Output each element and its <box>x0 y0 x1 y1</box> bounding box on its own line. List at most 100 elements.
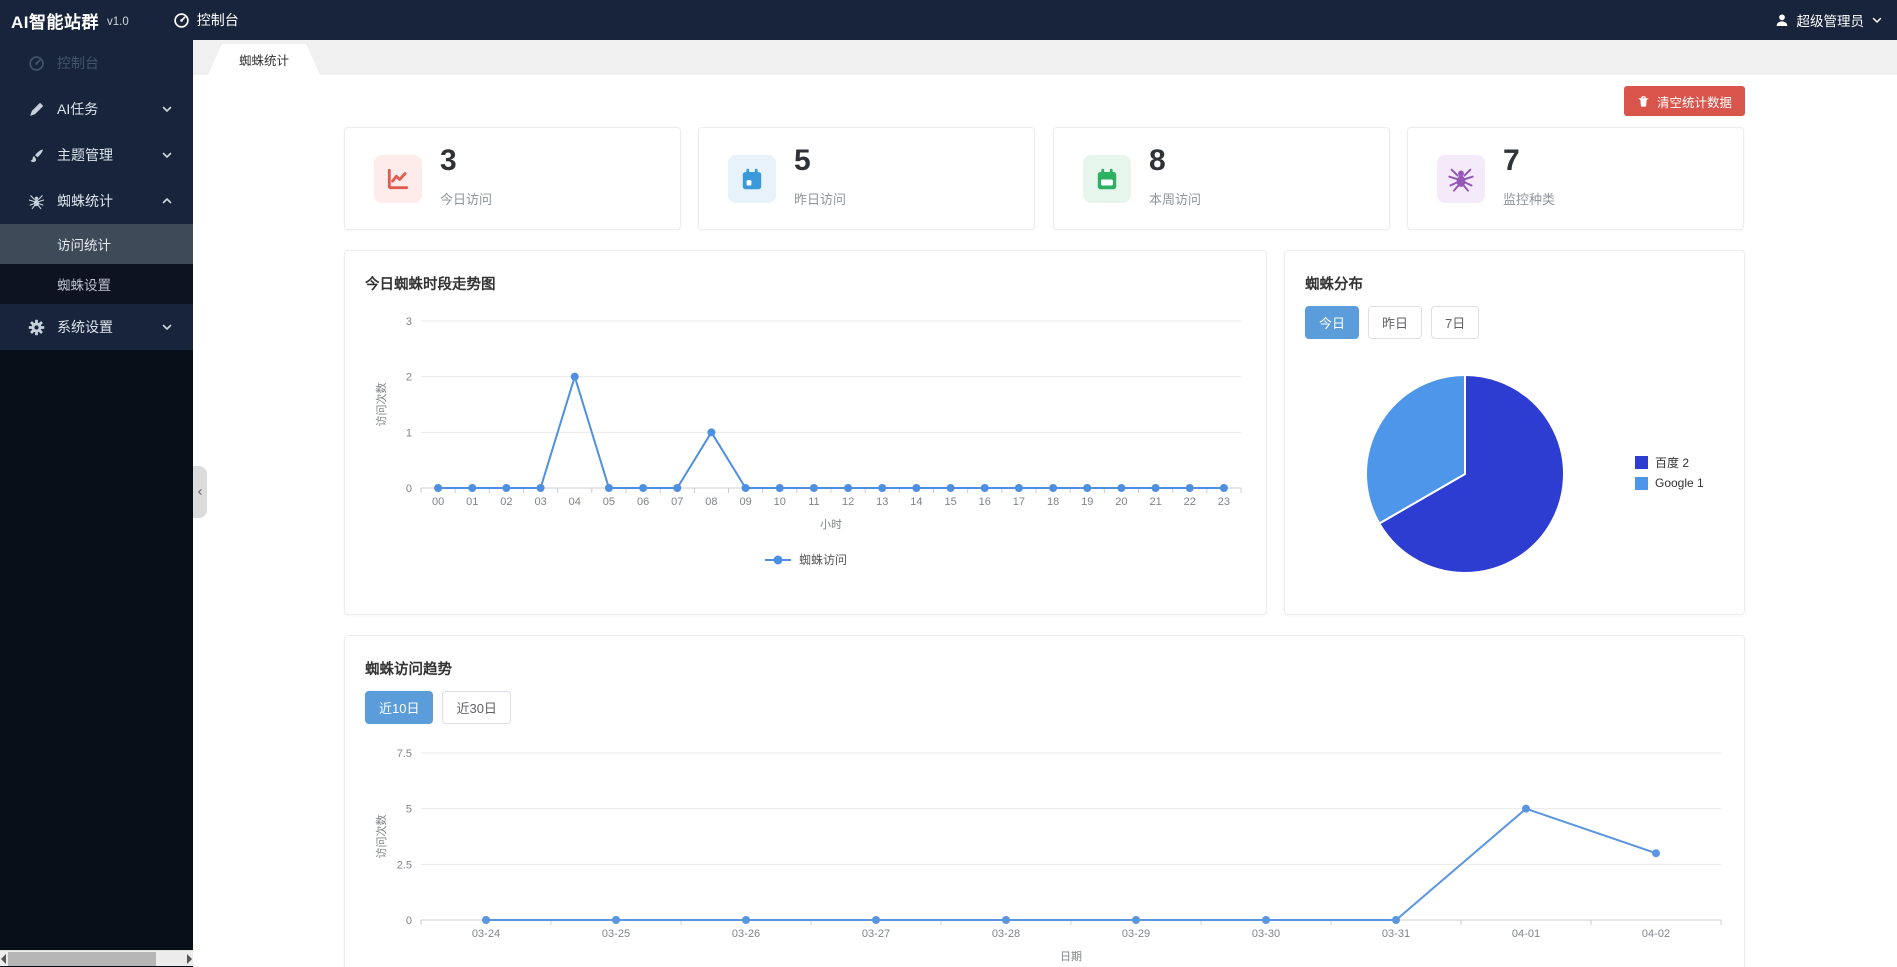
svg-text:12: 12 <box>842 496 854 508</box>
hourly-line-chart: 0123访问次数00010203040506070809101112131415… <box>363 299 1250 534</box>
panel-title: 蜘蛛分布 <box>1305 273 1363 294</box>
sidebar-subitem-visit-stats[interactable]: 访问统计 <box>0 224 193 264</box>
svg-text:2: 2 <box>406 372 412 384</box>
svg-text:2.5: 2.5 <box>397 859 412 871</box>
filter-10day-button[interactable]: 近10日 <box>365 691 433 724</box>
svg-text:03-28: 03-28 <box>992 928 1020 940</box>
trend-line-chart: 02.557.5访问次数03-2403-2503-2603-2703-2803-… <box>363 739 1728 967</box>
svg-text:7.5: 7.5 <box>397 748 412 760</box>
panel-title: 今日蜘蛛时段走势图 <box>365 273 496 294</box>
sidebar-subitem-label: 蜘蛛设置 <box>57 274 111 294</box>
stat-card-yesterday: 5 昨日访问 <box>698 127 1035 230</box>
svg-text:03-27: 03-27 <box>862 928 890 940</box>
distribution-panel: 蜘蛛分布 今日 昨日 7日 百度 2 Google 1 <box>1284 250 1745 615</box>
svg-text:03-25: 03-25 <box>602 928 630 940</box>
svg-text:13: 13 <box>876 496 888 508</box>
filter-30day-button[interactable]: 近30日 <box>442 691 510 724</box>
sidebar-item-ai-tasks[interactable]: AI任务 <box>0 86 193 132</box>
brush-icon <box>28 147 45 164</box>
filter-today-button[interactable]: 今日 <box>1305 306 1359 339</box>
scrollbar-thumb[interactable] <box>8 952 156 966</box>
filter-yesterday-button[interactable]: 昨日 <box>1368 306 1422 339</box>
svg-text:访问次数: 访问次数 <box>374 815 388 859</box>
svg-text:日期: 日期 <box>1060 950 1082 963</box>
sidebar-item-label: 系统设置 <box>57 317 113 337</box>
svg-text:06: 06 <box>637 496 649 508</box>
sidebar-item-console[interactable]: 控制台 <box>0 40 193 86</box>
svg-text:17: 17 <box>1013 496 1025 508</box>
svg-text:21: 21 <box>1149 496 1161 508</box>
topnav-console[interactable]: 控制台 <box>163 0 249 40</box>
svg-text:1: 1 <box>406 427 412 439</box>
stat-card-spider-types: 7 监控种类 <box>1407 127 1744 230</box>
stat-value: 5 <box>794 144 811 178</box>
trash-icon <box>1637 95 1650 108</box>
svg-text:18: 18 <box>1047 496 1059 508</box>
stat-card-week: 8 本周访问 <box>1053 127 1390 230</box>
tab-spider-stats[interactable]: 蜘蛛统计 <box>208 44 320 75</box>
svg-text:08: 08 <box>705 496 717 508</box>
clear-stats-button[interactable]: 清空统计数据 <box>1624 86 1745 116</box>
clear-stats-label: 清空统计数据 <box>1657 92 1732 111</box>
svg-text:5: 5 <box>406 804 412 816</box>
stat-value: 3 <box>440 144 457 178</box>
chevron-down-icon <box>161 321 173 333</box>
svg-text:0: 0 <box>406 915 412 927</box>
app-logo: AI智能站群 <box>11 8 99 33</box>
svg-text:02: 02 <box>500 496 512 508</box>
svg-text:00: 00 <box>432 496 444 508</box>
svg-text:0: 0 <box>406 483 412 495</box>
svg-text:04-02: 04-02 <box>1642 928 1670 940</box>
sidebar-item-themes[interactable]: 主题管理 <box>0 132 193 178</box>
svg-text:04: 04 <box>569 496 581 508</box>
svg-text:05: 05 <box>603 496 615 508</box>
spider-icon <box>28 193 45 210</box>
sidebar-subitem-spider-settings[interactable]: 蜘蛛设置 <box>0 264 193 304</box>
svg-text:03-29: 03-29 <box>1122 928 1150 940</box>
panel-title: 蜘蛛访问趋势 <box>365 658 452 679</box>
distribution-filters: 今日 昨日 7日 <box>1305 306 1488 339</box>
svg-text:19: 19 <box>1081 496 1093 508</box>
sidebar: 控制台 AI任务 主题管理 蜘蛛统计 访问统计 蜘蛛设置 系统设置 <box>0 40 193 967</box>
sidebar-item-label: 主题管理 <box>57 145 113 165</box>
legend-item-baidu[interactable]: 百度 2 <box>1635 454 1704 471</box>
user-menu[interactable]: 超级管理员 <box>1774 10 1884 30</box>
topnav-console-label: 控制台 <box>197 10 239 30</box>
legend-item-google[interactable]: Google 1 <box>1635 476 1704 490</box>
hourly-chart-legend[interactable]: 蜘蛛访问 <box>345 551 1266 568</box>
stat-value: 8 <box>1149 144 1166 178</box>
stat-value: 7 <box>1503 144 1520 178</box>
horizontal-scrollbar[interactable] <box>0 950 193 966</box>
chevron-down-icon <box>161 103 173 115</box>
sidebar-collapse-handle[interactable] <box>193 466 207 518</box>
pie-legend: 百度 2 Google 1 <box>1635 454 1704 495</box>
tab-label: 蜘蛛统计 <box>239 50 289 69</box>
svg-text:10: 10 <box>774 496 786 508</box>
scroll-left-arrow[interactable] <box>1 954 6 964</box>
calendar-icon <box>1083 155 1131 203</box>
legend-swatch <box>1635 477 1648 490</box>
svg-text:14: 14 <box>910 496 922 508</box>
app-version: v1.0 <box>107 16 129 28</box>
scroll-right-arrow[interactable] <box>187 954 192 964</box>
dashboard-icon <box>28 55 45 72</box>
stat-card-today: 3 今日访问 <box>344 127 681 230</box>
svg-text:20: 20 <box>1115 496 1127 508</box>
tab-strip: 蜘蛛统计 <box>193 40 1897 75</box>
pen-icon <box>28 101 45 118</box>
sidebar-item-label: 蜘蛛统计 <box>57 191 113 211</box>
svg-text:23: 23 <box>1218 496 1230 508</box>
chevron-up-icon <box>161 195 173 207</box>
line-chart-icon <box>374 155 422 203</box>
svg-text:07: 07 <box>671 496 683 508</box>
filter-7day-button[interactable]: 7日 <box>1431 306 1479 339</box>
stat-label: 监控种类 <box>1503 189 1555 208</box>
svg-text:03-30: 03-30 <box>1252 928 1280 940</box>
user-name: 超级管理员 <box>1797 10 1865 30</box>
sidebar-item-system-settings[interactable]: 系统设置 <box>0 304 193 350</box>
sidebar-item-spider-stats[interactable]: 蜘蛛统计 <box>0 178 193 224</box>
stat-label: 本周访问 <box>1149 189 1201 208</box>
svg-text:22: 22 <box>1184 496 1196 508</box>
hourly-chart-panel: 今日蜘蛛时段走势图 0123访问次数0001020304050607080910… <box>344 250 1267 615</box>
chevron-down-icon <box>161 149 173 161</box>
